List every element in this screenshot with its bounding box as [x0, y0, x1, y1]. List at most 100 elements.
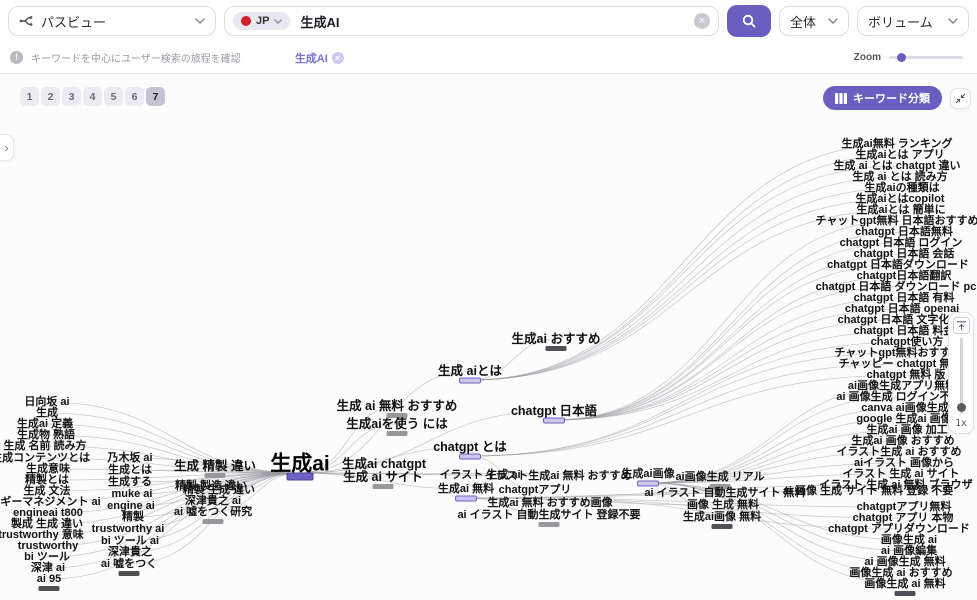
- graph-keyword-label[interactable]: 生成: [36, 405, 58, 419]
- graph-keyword-label[interactable]: chatgpt とは: [433, 440, 507, 454]
- graph-node-marker[interactable]: [895, 591, 916, 596]
- page-button-4[interactable]: 4: [83, 87, 102, 106]
- graph-keyword-label[interactable]: 生成とは: [108, 462, 152, 476]
- collapse-view-button[interactable]: [950, 88, 971, 109]
- graph-keyword-label[interactable]: 深津貴之 ai: [185, 493, 241, 507]
- graph-keyword-label[interactable]: ai イラスト 自動生成サイト 登録不要: [457, 507, 640, 521]
- graph-keyword-label[interactable]: 生成 ai サイト: [343, 469, 423, 484]
- graph-keyword-label[interactable]: イラスト生成ai 無料 おすすめ: [484, 468, 631, 482]
- search-button[interactable]: [727, 5, 771, 37]
- graph-keyword-label[interactable]: 生成 aiとは: [438, 363, 502, 378]
- view-mode-select[interactable]: パスビュー: [8, 6, 216, 36]
- graph-keyword-label[interactable]: ai画像生成アプリ無料: [848, 378, 956, 392]
- graph-keyword-label[interactable]: 生成物 熟語: [17, 427, 75, 441]
- graph-node-marker[interactable]: [39, 586, 60, 591]
- graph-keyword-label[interactable]: chatgpt アプリダウンロード: [828, 521, 970, 535]
- graph-keyword-label[interactable]: 生成ai画像 無料: [683, 509, 761, 523]
- graph-keyword-label[interactable]: 画像生成 ai おすすめ: [849, 565, 952, 579]
- graph-keyword-label[interactable]: chatgpt 日本語 ログイン: [840, 235, 963, 249]
- graph-keyword-label[interactable]: chatgpt 日本語 文字化け: [838, 312, 961, 326]
- graph-keyword-label[interactable]: 生成aiとはcopilot: [855, 191, 945, 205]
- graph-keyword-label[interactable]: 乃木坂 ai: [106, 450, 152, 464]
- graph-keyword-label[interactable]: チャットgpt無料 日本語おすすめ: [815, 213, 977, 227]
- graph-node-marker[interactable]: [539, 522, 560, 527]
- graph-keyword-label[interactable]: 生成ai おすすめ: [512, 331, 601, 346]
- graph-keyword-label[interactable]: 生成aiとは 簡単に: [856, 202, 945, 216]
- keyword-graph[interactable]: 生成ai 生成 aiとは 生成ai おすすめ chatgpt 日本語 chatgpt と…: [0, 74, 977, 600]
- graph-node-marker[interactable]: [203, 519, 224, 524]
- graph-keyword-label[interactable]: muke ai: [112, 488, 153, 500]
- graph-keyword-label[interactable]: chatgpt日本語翻訳: [857, 268, 953, 282]
- graph-keyword-label[interactable]: chatgpt 日本語 有料: [854, 290, 955, 304]
- page-button-1[interactable]: 1: [20, 87, 39, 106]
- graph-keyword-label[interactable]: チャットgpt無料おすすめ: [835, 345, 962, 359]
- graph-keyword-label[interactable]: chatgpt 日本語無料: [855, 224, 953, 238]
- graph-keyword-label[interactable]: trustworthy ai: [92, 523, 165, 535]
- graph-keyword-label[interactable]: 精製 生成 違い: [183, 482, 255, 496]
- graph-node-marker[interactable]: [119, 571, 140, 576]
- graph-keyword-label[interactable]: 生成ai 定義: [17, 416, 73, 430]
- graph-keyword-label[interactable]: chatgptアプリ無料: [857, 499, 952, 513]
- panel-open-chevron[interactable]: ›: [0, 134, 14, 161]
- graph-keyword-label[interactable]: 生成aiを使う には: [346, 416, 448, 431]
- zoom-slider[interactable]: [889, 56, 963, 59]
- sort-select[interactable]: ボリューム: [857, 6, 969, 36]
- graph-keyword-label[interactable]: 生成する: [108, 474, 152, 488]
- graph-keyword-label[interactable]: イラスト 生成 ai サイト: [842, 466, 959, 480]
- graph-keyword-label[interactable]: aiイラスト 画像から: [854, 455, 954, 469]
- zoom-slider-vertical[interactable]: [960, 338, 963, 414]
- keyword-tag[interactable]: 生成AI ×: [295, 50, 344, 66]
- graph-keyword-label[interactable]: 画像 生成 無料: [687, 497, 759, 511]
- graph-keyword-label[interactable]: canva ai画像生成: [861, 400, 948, 414]
- graph-keyword-label[interactable]: ai 95: [37, 573, 61, 585]
- graph-keyword-label[interactable]: 生成aiとは アプリ: [855, 147, 944, 161]
- graph-keyword-label[interactable]: 生成ai 画像 おすすめ: [851, 433, 954, 447]
- graph-node-marker[interactable]: [456, 496, 477, 501]
- graph-keyword-label[interactable]: 製成 生成 違い: [10, 516, 83, 530]
- graph-keyword-label[interactable]: 生成 名前 読み方: [3, 438, 86, 452]
- graph-keyword-label[interactable]: chatgpt 日本語: [511, 403, 598, 418]
- graph-keyword-label[interactable]: エネルギーマネジメント ai: [0, 494, 101, 508]
- graph-keyword-label[interactable]: 画像生成 ai: [881, 532, 937, 546]
- graph-keyword-label[interactable]: chatgpt 無料 版: [867, 367, 946, 381]
- graph-keyword-label[interactable]: ai生成コンテンツとは: [0, 450, 90, 464]
- graph-node-marker[interactable]: [460, 378, 481, 383]
- graph-keyword-label[interactable]: 生成aiの種類は: [864, 180, 939, 194]
- graph-keyword-label[interactable]: イラスト 生成 ai 無料 ブラウザ: [819, 477, 972, 491]
- graph-keyword-label[interactable]: 生成ai: [270, 452, 330, 476]
- graph-node-marker[interactable]: [205, 473, 226, 478]
- graph-keyword-label[interactable]: 生成意味: [26, 461, 70, 475]
- graph-keyword-label[interactable]: ai画像生成 リアル: [675, 469, 764, 483]
- graph-keyword-label[interactable]: ai 嘘をつく: [101, 556, 157, 570]
- graph-keyword-label[interactable]: 精製とは: [25, 472, 69, 486]
- graph-keyword-label[interactable]: 生成ai 無料 おすすめ画像: [487, 495, 613, 509]
- graph-keyword-label[interactable]: 生成 ai とは chatgpt 違い: [833, 158, 960, 172]
- graph-keyword-label[interactable]: 生成 ai 無料 おすすめ: [337, 398, 458, 413]
- graph-keyword-label[interactable]: ai 画像生成 無料: [864, 554, 945, 568]
- graph-node-marker[interactable]: [546, 346, 567, 351]
- graph-keyword-label[interactable]: trustworthy 意味: [0, 527, 84, 541]
- graph-keyword-label[interactable]: 生成 文法: [23, 483, 70, 497]
- graph-node-marker[interactable]: [544, 418, 565, 423]
- graph-node-marker[interactable]: [460, 454, 481, 459]
- clear-search-icon[interactable]: ×: [694, 13, 710, 29]
- graph-keyword-label[interactable]: イラスト生成 ai おすすめ: [836, 444, 961, 458]
- page-button-6[interactable]: 6: [125, 87, 144, 106]
- graph-keyword-label[interactable]: chatgpt 日本語ダウンロード: [827, 257, 969, 271]
- graph-keyword-label[interactable]: chatgpt 日本語 ダウンロード pc: [816, 279, 977, 293]
- graph-keyword-label[interactable]: 生成ai 画像 加工: [866, 422, 947, 436]
- graph-keyword-label[interactable]: 日向坂 ai: [24, 394, 69, 408]
- graph-keyword-label[interactable]: google 生成ai 画像: [856, 411, 952, 425]
- graph-keyword-label[interactable]: chatgptアプリ: [499, 482, 572, 496]
- graph-keyword-label[interactable]: 生成ai chatgpt: [342, 456, 427, 471]
- graph-keyword-label[interactable]: 画像生成 ai 無料: [864, 576, 945, 590]
- graph-node-marker[interactable]: [373, 484, 394, 489]
- graph-node-marker[interactable]: [387, 431, 408, 436]
- graph-keyword-label[interactable]: chatgpt 日本語 料金: [854, 323, 956, 337]
- graph-keyword-label[interactable]: ai イラスト 自動生成サイト 無料: [644, 485, 805, 499]
- graph-keyword-label[interactable]: chatgpt アプリ 本物: [853, 510, 954, 524]
- page-button-5[interactable]: 5: [104, 87, 123, 106]
- graph-keyword-label[interactable]: 精製: [122, 509, 145, 523]
- page-button-3[interactable]: 3: [62, 87, 81, 106]
- graph-keyword-label[interactable]: 深津貴之: [108, 544, 152, 558]
